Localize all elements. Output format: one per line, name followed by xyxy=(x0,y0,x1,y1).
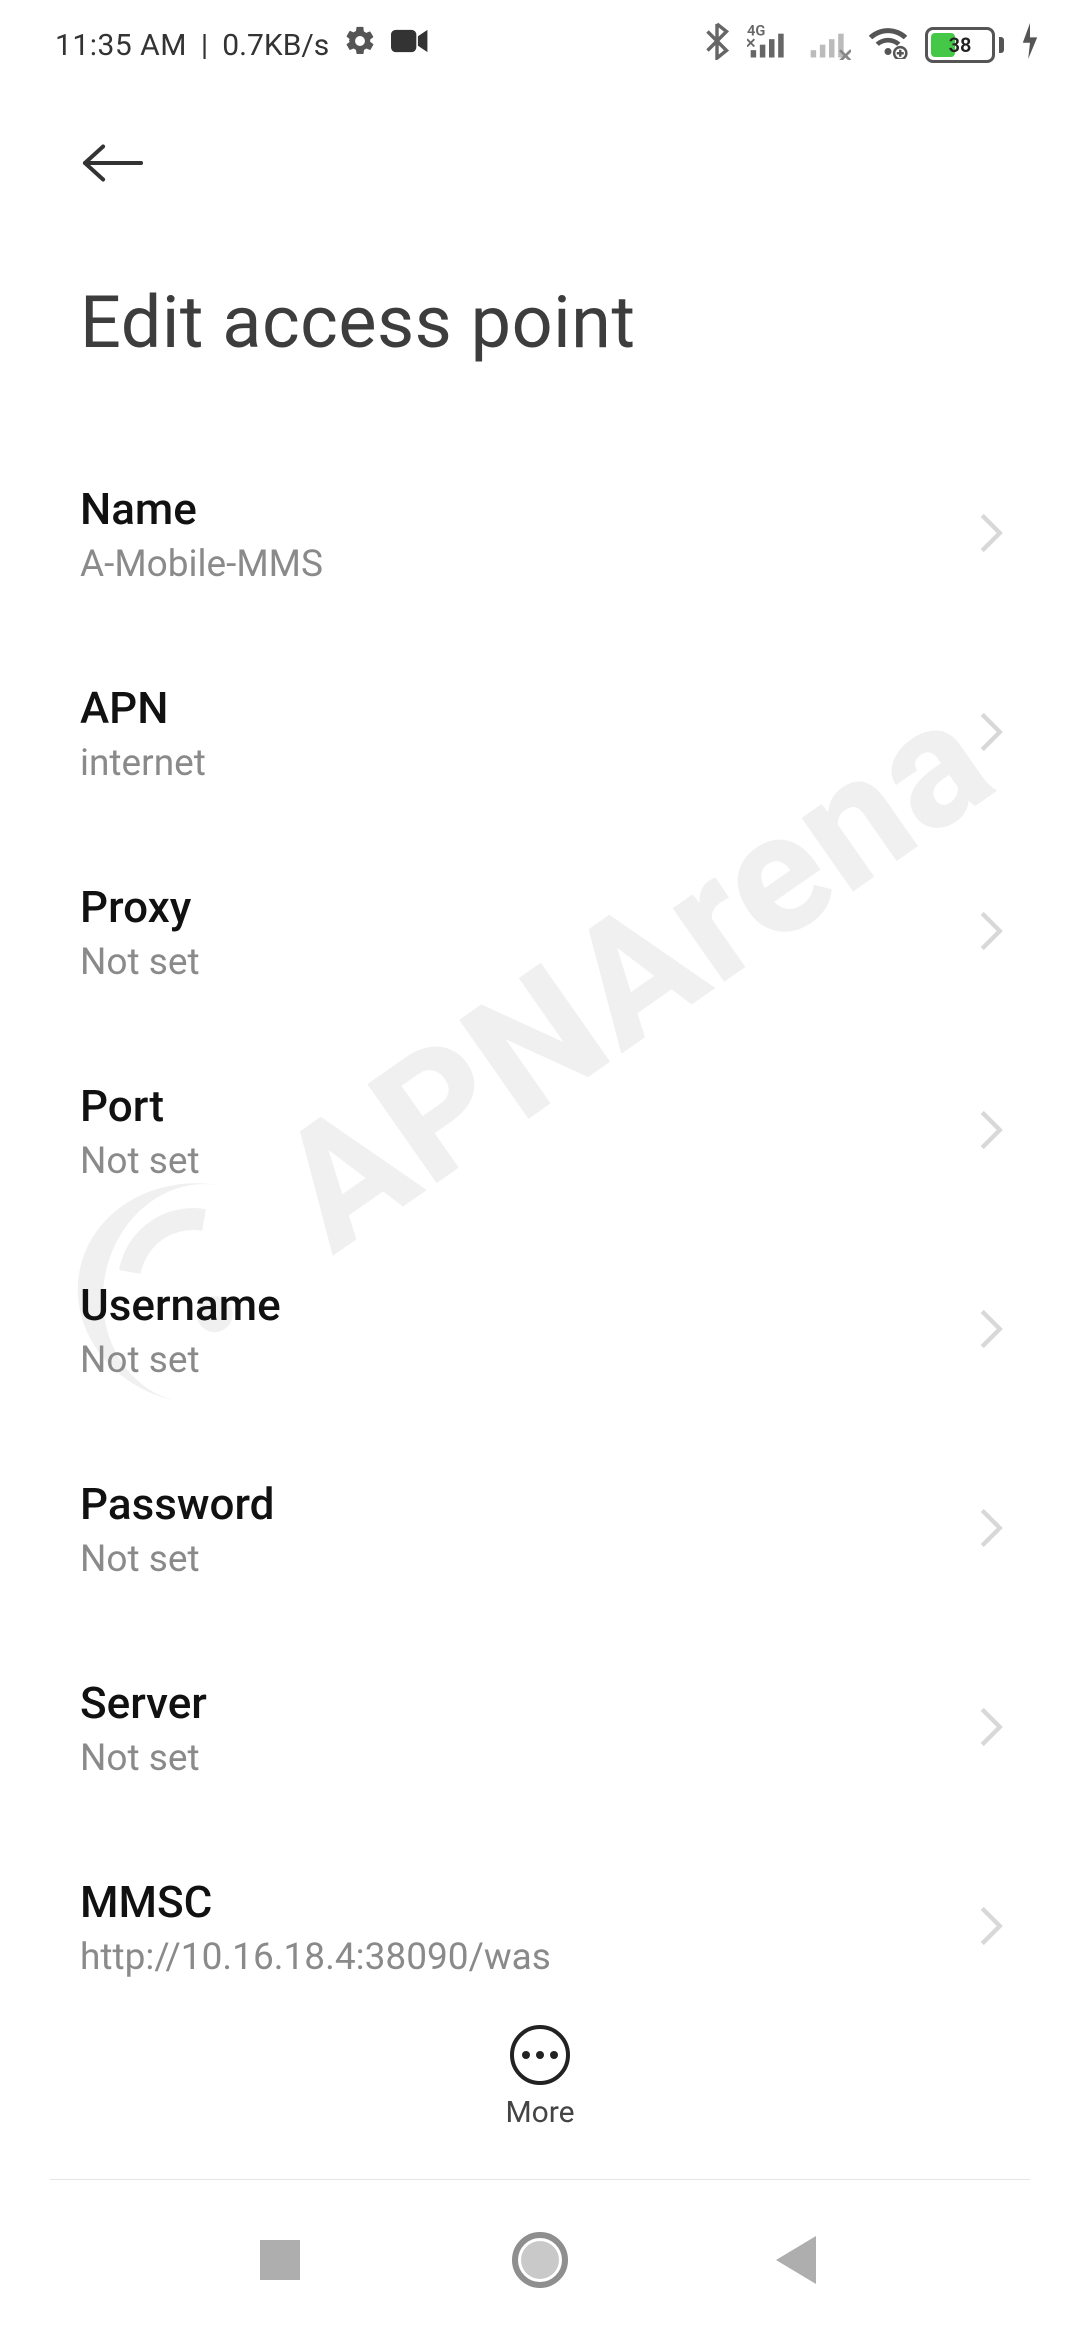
status-net-speed: 0.7KB/s xyxy=(222,28,329,63)
item-label: Port xyxy=(80,1080,200,1132)
item-label: Proxy xyxy=(80,881,200,933)
wifi-icon xyxy=(867,23,909,67)
apn-item-apn[interactable]: APN internet xyxy=(0,634,1080,833)
svg-text:4G: 4G xyxy=(747,22,765,40)
apn-item-password[interactable]: Password Not set xyxy=(0,1430,1080,1629)
status-left: 11:35 AM | 0.7KB/s xyxy=(55,24,429,66)
apn-item-proxy[interactable]: Proxy Not set xyxy=(0,833,1080,1032)
chevron-right-icon xyxy=(977,1705,1005,1753)
back-button[interactable] xyxy=(80,135,150,195)
navigation-bar xyxy=(0,2180,1080,2340)
chevron-right-icon xyxy=(977,511,1005,559)
item-value: http://10.16.18.4:38090/was xyxy=(80,1936,551,1979)
apn-item-username[interactable]: Username Not set xyxy=(0,1231,1080,1430)
nav-back-button[interactable] xyxy=(765,2225,835,2295)
gear-icon xyxy=(343,24,377,66)
app-header xyxy=(0,90,1080,225)
chevron-right-icon xyxy=(977,1307,1005,1355)
item-value: Not set xyxy=(80,1737,207,1780)
chevron-right-icon xyxy=(977,1108,1005,1156)
status-right: 4G 38 xyxy=(703,22,1040,68)
camera-icon xyxy=(391,26,429,64)
item-value: internet xyxy=(80,742,206,785)
chevron-right-icon xyxy=(977,710,1005,758)
settings-list-container[interactable]: Name A-Mobile-MMS APN internet Proxy Not… xyxy=(0,395,1080,2085)
item-value: Not set xyxy=(80,1140,200,1183)
item-label: Username xyxy=(80,1279,281,1331)
status-bar: 11:35 AM | 0.7KB/s 4G xyxy=(0,0,1080,90)
item-label: Server xyxy=(80,1677,207,1729)
arrow-left-icon xyxy=(80,142,146,188)
item-value: Not set xyxy=(80,1339,281,1382)
nav-home-button[interactable] xyxy=(505,2225,575,2295)
chevron-right-icon xyxy=(977,909,1005,957)
triangle-left-icon xyxy=(776,2236,816,2284)
circle-icon xyxy=(512,2232,568,2288)
charging-icon xyxy=(1020,23,1040,67)
item-value: Not set xyxy=(80,1538,274,1581)
bluetooth-icon xyxy=(703,22,731,68)
item-label: MMSC xyxy=(80,1876,551,1928)
battery-indicator: 38 xyxy=(925,27,1004,63)
item-label: APN xyxy=(80,682,206,734)
battery-percent: 38 xyxy=(928,30,992,60)
status-separator: | xyxy=(201,28,208,63)
more-label: More xyxy=(505,2095,574,2130)
more-icon xyxy=(510,2025,570,2085)
apn-item-port[interactable]: Port Not set xyxy=(0,1032,1080,1231)
page-title-wrap: Edit access point xyxy=(0,225,1080,395)
chevron-right-icon xyxy=(977,1506,1005,1554)
square-icon xyxy=(260,2240,300,2280)
item-value: A-Mobile-MMS xyxy=(80,543,323,586)
status-time: 11:35 AM xyxy=(55,28,187,63)
signal-4g-icon: 4G xyxy=(747,22,791,68)
chevron-right-icon xyxy=(977,1904,1005,1952)
item-label: Password xyxy=(80,1478,274,1530)
page-title: Edit access point xyxy=(80,280,1000,365)
more-button[interactable]: More xyxy=(0,1990,1080,2165)
nav-recent-button[interactable] xyxy=(245,2225,315,2295)
settings-list: Name A-Mobile-MMS APN internet Proxy Not… xyxy=(0,395,1080,2085)
apn-item-name[interactable]: Name A-Mobile-MMS xyxy=(0,435,1080,634)
item-label: Name xyxy=(80,483,323,535)
apn-item-server[interactable]: Server Not set xyxy=(0,1629,1080,1828)
item-value: Not set xyxy=(80,941,200,984)
signal-no-sim-icon xyxy=(807,22,851,68)
